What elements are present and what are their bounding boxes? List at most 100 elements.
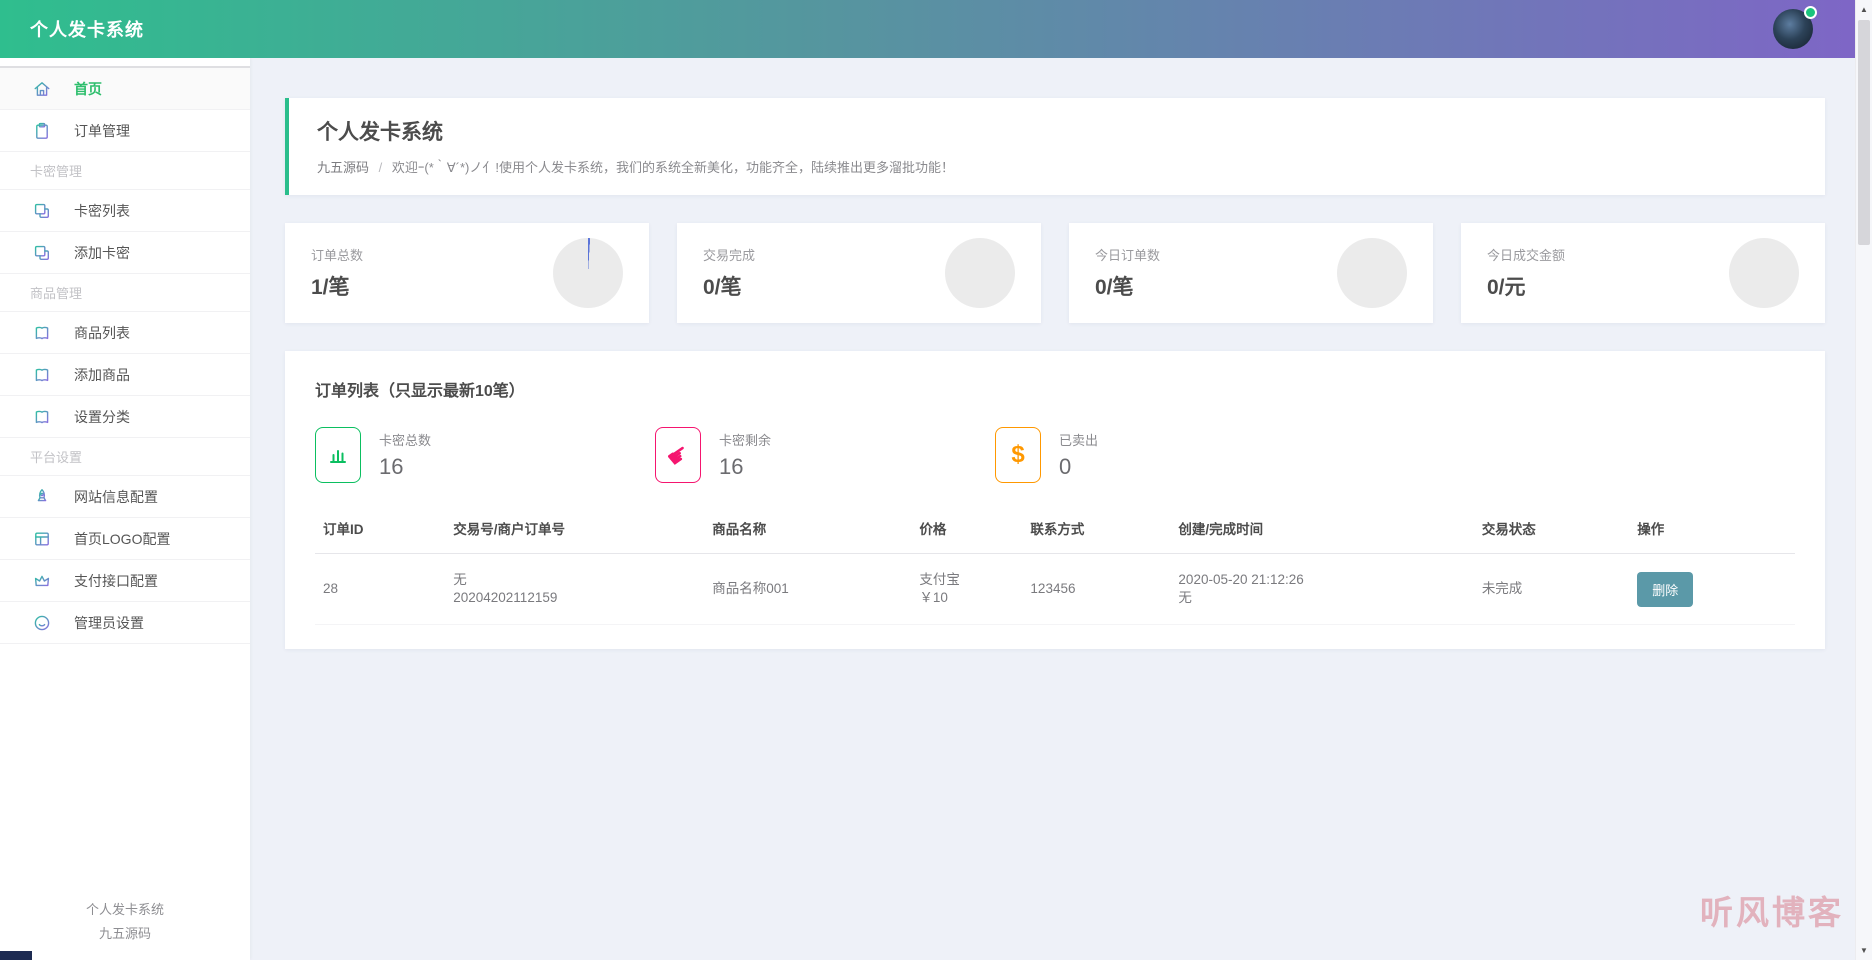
sidebar-item-add-card[interactable]: 添加卡密 [0, 232, 250, 274]
stat-card-today-amount: 今日成交金额 0/元 [1461, 223, 1825, 323]
donut-chart [1337, 238, 1407, 308]
sidebar: 首页 订单管理 卡密管理 卡密列表 添加卡密 商品管理 商品列表 添加商品 设置… [0, 58, 250, 960]
stat-card-today-orders: 今日订单数 0/笔 [1069, 223, 1433, 323]
sidebar-section-platform: 平台设置 [0, 438, 250, 476]
scroll-up-button[interactable]: ▲ [1856, 5, 1872, 14]
donut-chart [945, 238, 1015, 308]
stat-card-completed: 交易完成 0/笔 [677, 223, 1041, 323]
home-icon [32, 79, 52, 99]
trade-line1: 无 [453, 571, 696, 589]
col-header-trade-no: 交易号/商户订单号 [445, 503, 704, 554]
sidebar-item-label: 首页 [74, 79, 102, 99]
clipboard-icon [32, 121, 52, 141]
sidebar-item-label: 商品列表 [74, 323, 130, 343]
col-header-price: 价格 [911, 503, 1022, 554]
sidebar-item-product-list[interactable]: 商品列表 [0, 312, 250, 354]
sidebar-section-cards: 卡密管理 [0, 152, 250, 190]
scroll-down-button[interactable]: ▼ [1856, 946, 1872, 955]
status-badge: 未完成 [1474, 554, 1629, 625]
scrollbar-thumb[interactable] [1858, 20, 1870, 245]
sidebar-item-payment-config[interactable]: 支付接口配置 [0, 560, 250, 602]
cell-order-id: 28 [315, 554, 445, 625]
hand-glyph: ☛ [660, 437, 695, 474]
stat-value: 0/笔 [1095, 271, 1160, 301]
stat-value: 0/笔 [703, 271, 755, 301]
online-status-dot [1804, 6, 1817, 19]
delete-button[interactable]: 删除 [1637, 572, 1693, 607]
stats-row: 订单总数 1/笔 交易完成 0/笔 今日订单数 0/笔 今日成交金额 0/元 [285, 223, 1825, 323]
mini-stat-card-remaining: ☛ 卡密剩余 16 [655, 427, 995, 483]
mini-stat-card-total: 卡密总数 16 [315, 427, 655, 483]
sidebar-item-label: 订单管理 [74, 121, 130, 141]
mini-stat-label: 卡密剩余 [719, 430, 771, 449]
sidebar-section-products: 商品管理 [0, 274, 250, 312]
book-icon [32, 323, 52, 343]
orders-table: 订单ID 交易号/商户订单号 商品名称 价格 联系方式 创建/完成时间 交易状态… [315, 503, 1795, 625]
hand-pointer-icon: ☛ [655, 427, 701, 483]
sidebar-divider [0, 58, 250, 68]
stat-label: 交易完成 [703, 245, 755, 264]
rocket-icon [32, 487, 52, 507]
stat-label: 今日成交金额 [1487, 245, 1565, 264]
mini-stat-label: 卡密总数 [379, 430, 431, 449]
time-created: 2020-05-20 21:12:26 [1178, 571, 1465, 589]
cell-price: 支付宝 ￥10 [911, 554, 1022, 625]
col-header-time: 创建/完成时间 [1170, 503, 1473, 554]
stat-value: 0/元 [1487, 271, 1565, 301]
app-header: 个人发卡系统 [0, 0, 1855, 58]
welcome-subtitle: 九五源码 / 欢迎ｰ(*｀∀´*)ノ亻!使用个人发卡系统，我们的系统全新美化，功… [317, 157, 1797, 176]
sidebar-item-admin-settings[interactable]: 管理员设置 [0, 602, 250, 644]
sidebar-item-home[interactable]: 首页 [0, 68, 250, 110]
mini-stat-value: 16 [379, 454, 431, 480]
sidebar-item-label: 网站信息配置 [74, 487, 158, 507]
mini-stat-sold: $ 已卖出 0 [995, 427, 1335, 483]
trade-line2: 20204202112159 [453, 589, 696, 607]
footer-line2: 九五源码 [0, 922, 250, 946]
welcome-card: 个人发卡系统 九五源码 / 欢迎ｰ(*｀∀´*)ノ亻!使用个人发卡系统，我们的系… [285, 98, 1825, 195]
sidebar-footer: 个人发卡系统 九五源码 [0, 898, 250, 946]
bottom-left-artifact [0, 951, 32, 960]
sidebar-item-label: 设置分类 [74, 407, 130, 427]
dollar-icon: $ [995, 427, 1041, 483]
app-title: 个人发卡系统 [30, 16, 144, 42]
book-icon [32, 365, 52, 385]
orders-title: 订单列表（只显示最新10笔） [315, 377, 1795, 401]
mini-stat-value: 16 [719, 454, 771, 480]
breadcrumb-separator: / [379, 160, 383, 175]
welcome-title: 个人发卡系统 [317, 116, 1797, 146]
copy-icon [32, 243, 52, 263]
time-completed: 无 [1178, 589, 1465, 607]
sidebar-item-label: 添加商品 [74, 365, 130, 385]
cell-trade-no: 无 20204202112159 [445, 554, 704, 625]
user-avatar[interactable] [1773, 9, 1813, 49]
table-row: 28 无 20204202112159 商品名称001 支付宝 ￥10 1234… [315, 554, 1795, 625]
col-header-order-id: 订单ID [315, 503, 445, 554]
cell-product: 商品名称001 [704, 554, 911, 625]
stat-value: 1/笔 [311, 271, 363, 301]
cell-contact: 123456 [1022, 554, 1170, 625]
stat-label: 订单总数 [311, 245, 363, 264]
sidebar-item-add-product[interactable]: 添加商品 [0, 354, 250, 396]
cell-time: 2020-05-20 21:12:26 无 [1170, 554, 1473, 625]
col-header-status: 交易状态 [1474, 503, 1629, 554]
sidebar-item-label: 添加卡密 [74, 243, 130, 263]
orders-card: 订单列表（只显示最新10笔） 卡密总数 16 ☛ 卡密剩余 16 [285, 351, 1825, 649]
book-icon [32, 407, 52, 427]
crown-icon [32, 571, 52, 591]
price-method: 支付宝 [919, 571, 1014, 589]
col-header-contact: 联系方式 [1022, 503, 1170, 554]
copy-icon [32, 201, 52, 221]
mini-stat-value: 0 [1059, 454, 1098, 480]
col-header-product: 商品名称 [704, 503, 911, 554]
sidebar-item-site-info[interactable]: 网站信息配置 [0, 476, 250, 518]
col-header-action: 操作 [1629, 503, 1795, 554]
sidebar-item-label: 卡密列表 [74, 201, 130, 221]
sidebar-item-label: 管理员设置 [74, 613, 144, 633]
scrollbar[interactable]: ▲ ▼ [1855, 0, 1872, 960]
breadcrumb: 九五源码 [317, 160, 369, 175]
sidebar-item-logo-config[interactable]: 首页LOGO配置 [0, 518, 250, 560]
sidebar-item-orders[interactable]: 订单管理 [0, 110, 250, 152]
mini-stats-row: 卡密总数 16 ☛ 卡密剩余 16 $ 已卖出 0 [315, 427, 1795, 483]
sidebar-item-set-category[interactable]: 设置分类 [0, 396, 250, 438]
sidebar-item-card-list[interactable]: 卡密列表 [0, 190, 250, 232]
